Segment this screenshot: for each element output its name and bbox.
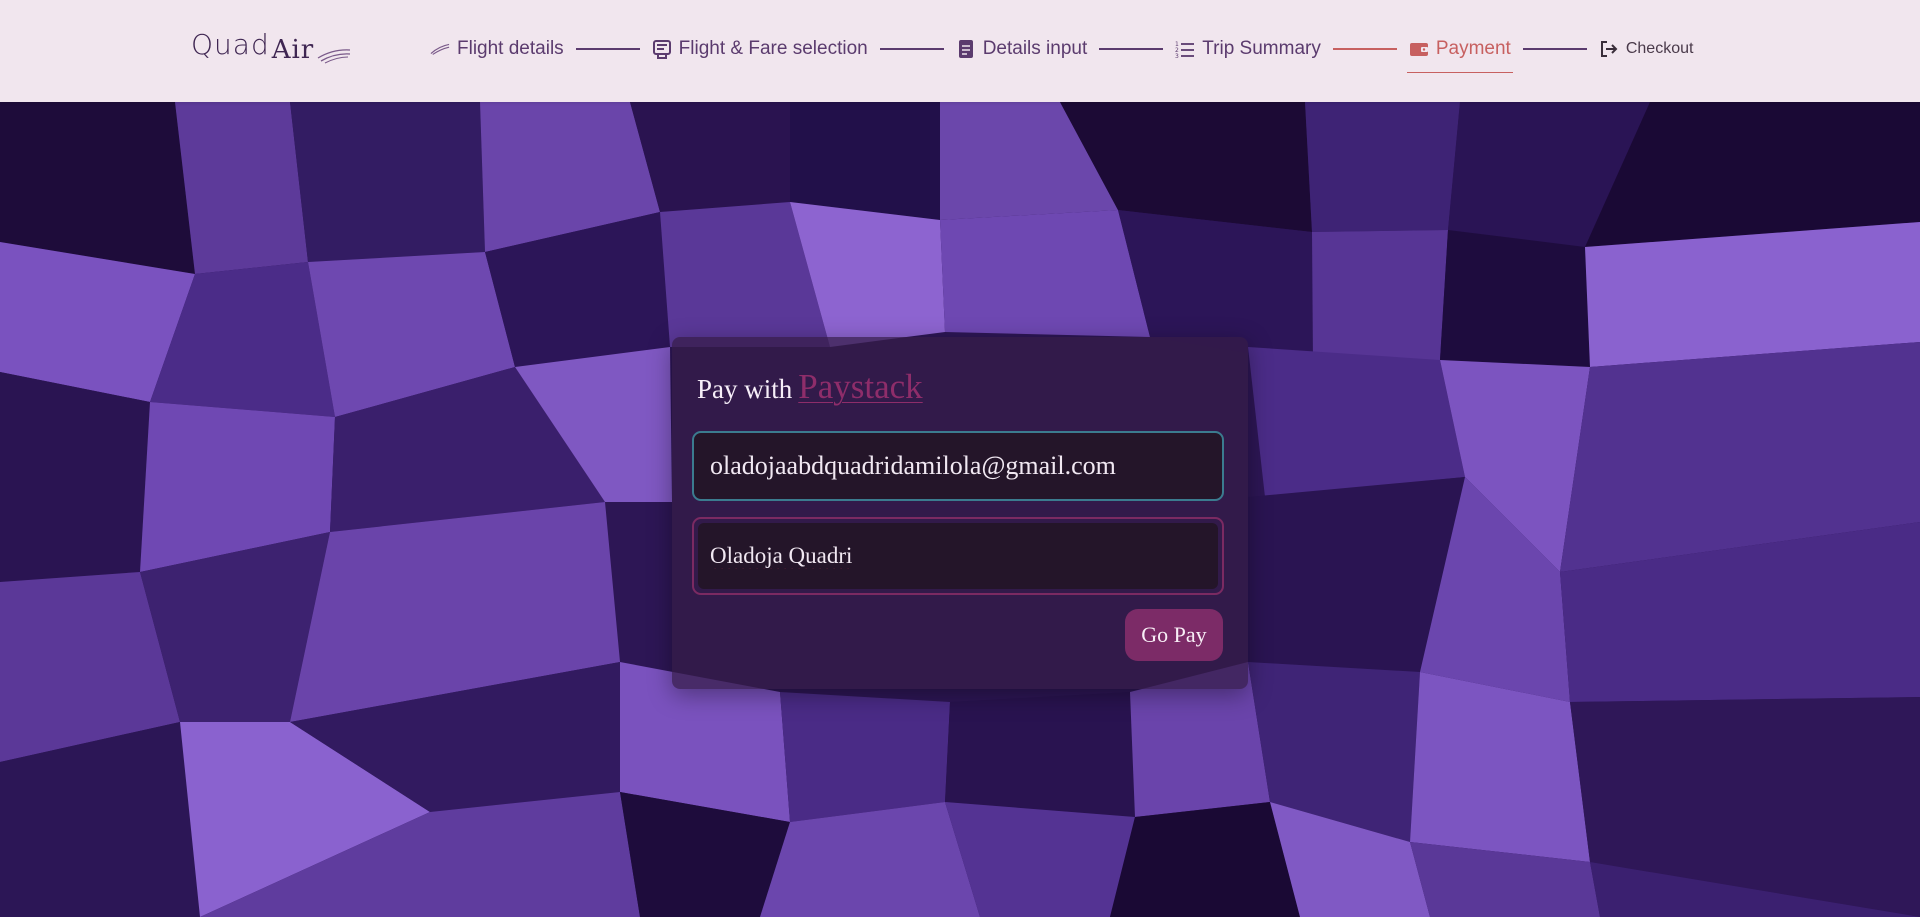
step-label: Trip Summary [1202,38,1321,59]
pay-with-label: Pay with [697,374,793,404]
full-name-input[interactable] [698,523,1218,589]
logo-text-quad: Quad [191,28,270,61]
step-label: Details input [982,38,1088,59]
logo-text-air: Air [271,35,315,65]
payment-card-title: Pay with Paystack [697,367,923,407]
go-pay-button[interactable]: Go Pay [1125,609,1223,661]
plane-takeoff-icon [430,39,450,59]
step-label: Flight details [457,38,564,59]
wallet-icon [1409,39,1429,59]
step-connector [1522,48,1587,50]
step-connector [1332,48,1397,50]
booking-progress-steps: Flight details Flight & Fare selection D… [430,36,1694,73]
sign-out-icon [1599,39,1619,59]
email-input[interactable] [694,433,1222,499]
step-connector [879,48,944,50]
step-details-input[interactable]: Details input [956,38,1088,60]
list-icon: 123 [1175,39,1195,59]
document-icon [956,39,976,59]
step-connector [575,48,640,50]
step-flight-fare-selection[interactable]: Flight & Fare selection [652,38,868,60]
step-flight-details[interactable]: Flight details [430,38,564,60]
email-field-wrapper [692,431,1224,501]
name-field-wrapper [692,517,1224,595]
svg-text:3: 3 [1175,53,1179,59]
step-trip-summary[interactable]: 123 Trip Summary [1175,38,1321,60]
name-field-inner [698,523,1218,589]
paystack-payment-card: Pay with Paystack Go Pay [672,337,1248,689]
wing-swoosh-icon [317,49,351,64]
step-label: Flight & Fare selection [678,38,868,59]
step-label: Checkout [1625,40,1694,57]
step-label: Payment [1435,38,1511,59]
paystack-link[interactable]: Paystack [798,367,922,407]
step-connector [1099,48,1164,50]
top-header: Quad Air Flight details Flight & Fare se… [0,0,1920,102]
ticket-icon [652,39,672,59]
step-checkout[interactable]: Checkout [1599,39,1694,59]
quadair-logo[interactable]: Quad Air [191,28,351,65]
step-payment[interactable]: Payment [1406,38,1513,73]
